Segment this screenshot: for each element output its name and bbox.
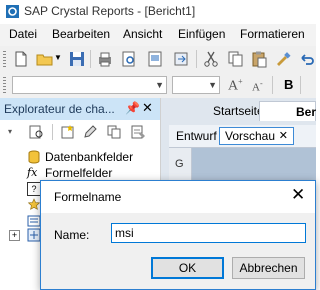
menu-bearbeiten[interactable]: Bearbeiten bbox=[52, 27, 110, 41]
menu-datei[interactable]: Datei bbox=[9, 27, 37, 41]
tab-label: Entwurf bbox=[176, 129, 217, 143]
toolbar-grip[interactable] bbox=[3, 51, 6, 67]
tree-item-label: Datenbankfelder bbox=[45, 150, 134, 164]
tab-label: Ber bbox=[296, 105, 317, 119]
menu-bar: Datei Bearbeiten Ansicht Einfügen Format… bbox=[0, 24, 316, 47]
crystal-reports-app-icon bbox=[6, 5, 19, 18]
undo-icon[interactable] bbox=[298, 50, 316, 68]
cut-icon[interactable] bbox=[202, 50, 220, 68]
open-folder-icon[interactable] bbox=[36, 50, 54, 68]
edit-pencil-icon[interactable] bbox=[82, 124, 98, 140]
close-icon[interactable]: ✕ bbox=[279, 129, 288, 142]
special-field-icon bbox=[27, 198, 41, 210]
ok-button[interactable]: OK bbox=[151, 257, 224, 279]
increase-font-icon[interactable]: A+ bbox=[228, 77, 243, 95]
cancel-button[interactable]: Abbrechen bbox=[232, 257, 305, 279]
toolbar-separator bbox=[196, 50, 197, 68]
expand-icon[interactable]: + bbox=[9, 230, 20, 241]
print-icon[interactable] bbox=[96, 50, 114, 68]
standard-toolbar: ▼ bbox=[0, 46, 316, 73]
menu-formatieren[interactable]: Formatieren bbox=[240, 27, 305, 41]
toolbar-separator bbox=[90, 50, 91, 68]
open-dropdown-icon[interactable]: ▼ bbox=[54, 53, 62, 62]
toolbar-separator bbox=[272, 76, 273, 94]
dialog-title: Formelname bbox=[54, 190, 122, 204]
close-icon[interactable]: ✕ bbox=[291, 185, 305, 205]
formula-name-input[interactable] bbox=[111, 223, 306, 243]
menu-einfuegen[interactable]: Einfügen bbox=[178, 27, 225, 41]
list-icon bbox=[27, 215, 41, 227]
close-icon[interactable]: ✕ bbox=[142, 100, 153, 116]
ruler-letter: G bbox=[175, 158, 184, 170]
group-icon bbox=[27, 228, 41, 242]
save-icon[interactable] bbox=[68, 50, 86, 68]
font-name-combo[interactable]: ▼ bbox=[12, 76, 167, 94]
format-painter-icon[interactable] bbox=[274, 50, 292, 68]
tree-item-label: Formelfelder bbox=[45, 166, 113, 180]
view-tabs: Entwurf Vorschau ✕ bbox=[169, 125, 316, 148]
title-bar: SAP Crystal Reports - [Bericht1] bbox=[0, 0, 316, 24]
chevron-down-icon[interactable]: ▼ bbox=[208, 80, 217, 90]
panel-header: Explorateur de cha... 📌 ✕ bbox=[0, 98, 160, 120]
page-setup-icon[interactable] bbox=[146, 50, 164, 68]
formula-fx-icon: fx bbox=[27, 166, 38, 179]
formula-name-dialog: Formelname ✕ Name: OK Abbrechen bbox=[40, 180, 316, 290]
menu-ansicht[interactable]: Ansicht bbox=[123, 27, 162, 41]
parameter-icon: ? bbox=[27, 182, 41, 196]
name-label: Name: bbox=[54, 228, 90, 242]
explorer-toolbar: ▾ bbox=[0, 120, 160, 144]
duplicate-icon[interactable] bbox=[106, 124, 122, 140]
copy-icon[interactable] bbox=[226, 50, 244, 68]
bold-button[interactable]: B bbox=[284, 77, 293, 92]
paste-icon[interactable] bbox=[250, 50, 268, 68]
tab-entwurf[interactable]: Entwurf bbox=[169, 127, 217, 145]
tab-bericht1[interactable]: Ber bbox=[259, 101, 316, 121]
pin-icon[interactable]: 📌 bbox=[125, 101, 140, 115]
database-icon bbox=[28, 150, 40, 164]
new-field-icon[interactable] bbox=[60, 124, 76, 140]
toolbar-grip[interactable] bbox=[3, 77, 6, 93]
tab-label: Startseite bbox=[213, 104, 264, 118]
tab-vorschau[interactable]: Vorschau ✕ bbox=[219, 127, 294, 145]
rename-icon[interactable] bbox=[130, 124, 146, 140]
font-size-combo[interactable]: ▼ bbox=[172, 76, 220, 94]
toolbar-separator bbox=[52, 124, 53, 140]
window-title: SAP Crystal Reports - [Bericht1] bbox=[24, 4, 196, 18]
panel-title: Explorateur de cha... bbox=[4, 102, 115, 116]
chevron-down-icon[interactable]: ▼ bbox=[155, 80, 164, 90]
toolbar-separator bbox=[300, 76, 301, 94]
print-preview-icon[interactable] bbox=[120, 50, 138, 68]
tab-startseite[interactable]: Startseite bbox=[169, 101, 264, 121]
decrease-font-icon[interactable]: A- bbox=[252, 79, 263, 94]
tab-label: Vorschau bbox=[225, 129, 276, 143]
export-icon[interactable] bbox=[172, 50, 190, 68]
new-document-icon[interactable] bbox=[12, 50, 30, 68]
formatting-toolbar: ▼ ▼ A+ A- B bbox=[0, 72, 316, 99]
chevron-down-icon[interactable]: ▾ bbox=[8, 127, 12, 136]
browse-field-icon[interactable] bbox=[28, 124, 44, 140]
dialog-body: Name: OK Abbrechen bbox=[41, 213, 315, 289]
